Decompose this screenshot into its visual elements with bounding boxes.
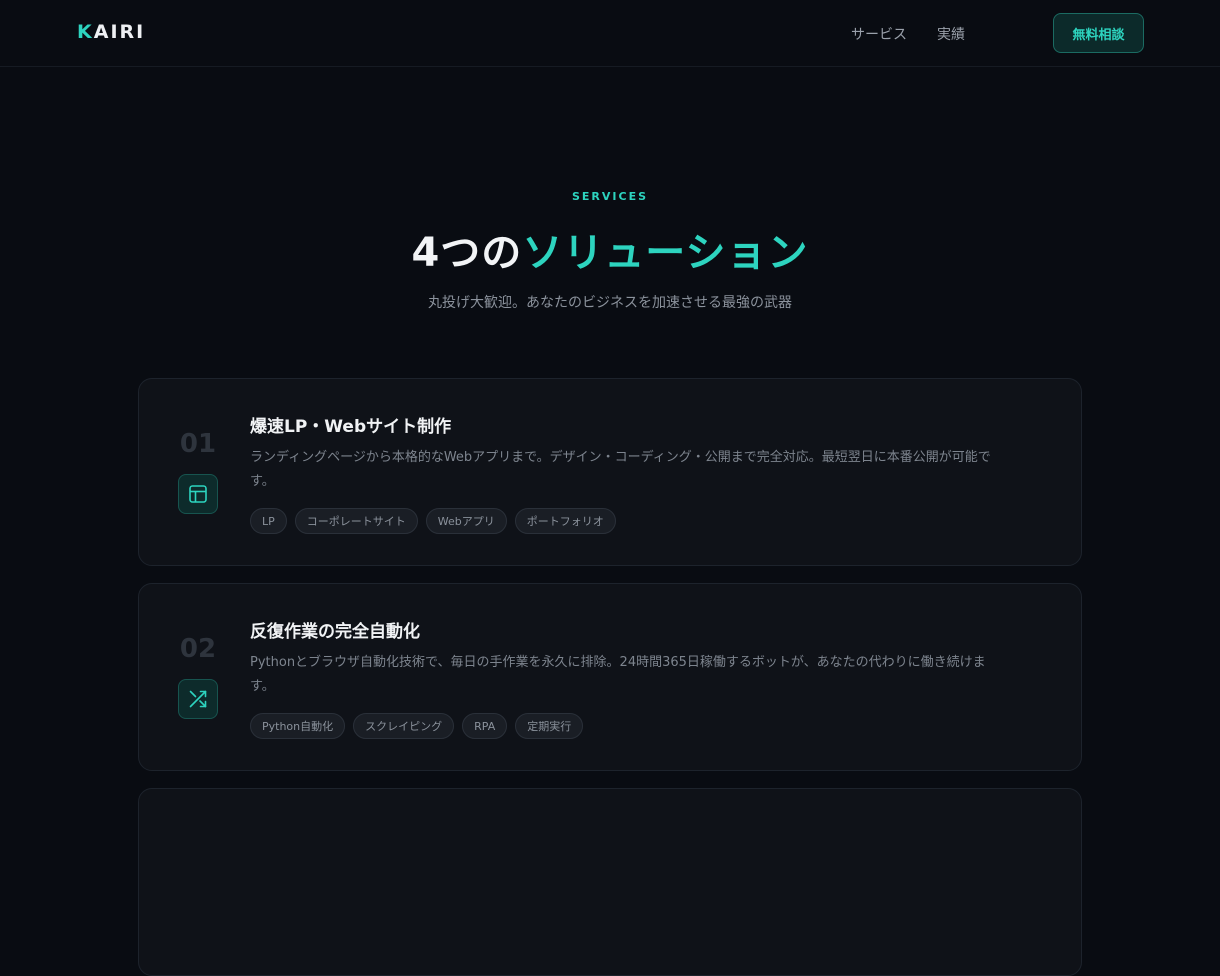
section-eyebrow: SERVICES xyxy=(571,190,649,203)
service-card[interactable] xyxy=(138,788,1082,976)
section-title: 4つのソリューション xyxy=(0,220,1220,278)
service-tag: ポートフォリオ xyxy=(514,508,616,534)
service-title: 爆速LP・Webサイト制作 xyxy=(250,417,452,437)
service-tag: スクレイピング xyxy=(353,713,455,739)
service-description: Pythonとブラウザ自動化技術で、毎日の手作業を永久に排除。24時間365日稼… xyxy=(250,655,986,694)
service-tag: 定期実行 xyxy=(515,713,584,739)
logo-text: AIRI xyxy=(93,21,146,43)
section-subtitle: 丸投げ大歓迎。あなたのビジネスを加速させる最強の武器 xyxy=(428,295,792,311)
service-tag: Webアプリ xyxy=(425,508,507,534)
service-tag: Python自動化 xyxy=(250,713,346,739)
service-title: 反復作業の完全自動化 xyxy=(250,622,420,642)
shuffle-icon xyxy=(178,679,218,719)
site-header: KAIRI サービス 実績 無料相談 xyxy=(0,0,1220,67)
nav-item-works[interactable]: 実績 xyxy=(937,24,965,44)
service-tag: コーポレートサイト xyxy=(294,508,418,534)
service-card[interactable]: 02 反復作業の完全自動化 Pythonとブラウザ自動化技術で、毎日の手作業を永… xyxy=(138,583,1082,771)
service-tag: LP xyxy=(250,508,287,534)
title-accent: ソリューション xyxy=(522,230,809,276)
nav-item-services[interactable]: サービス xyxy=(851,24,907,44)
service-card[interactable]: 01 爆速LP・Webサイト制作 ランディングページから本格的なWebアプリまで… xyxy=(138,378,1082,566)
free-consultation-button[interactable]: 無料相談 xyxy=(1053,13,1144,53)
logo-initial: K xyxy=(77,21,94,43)
service-tag: RPA xyxy=(462,713,508,739)
service-number: 02 xyxy=(179,634,217,664)
service-number: 01 xyxy=(179,429,217,459)
service-tags: Python自動化 スクレイピング RPA 定期実行 xyxy=(250,713,584,739)
layout-icon xyxy=(178,474,218,514)
logo[interactable]: KAIRI xyxy=(77,21,145,43)
title-plain: 4つの xyxy=(411,230,523,276)
service-tags: LP コーポレートサイト Webアプリ ポートフォリオ xyxy=(250,508,616,534)
service-description: ランディングページから本格的なWebアプリまで。デザイン・コーディング・公開まで… xyxy=(250,450,991,489)
main-nav: サービス 実績 xyxy=(851,24,965,44)
